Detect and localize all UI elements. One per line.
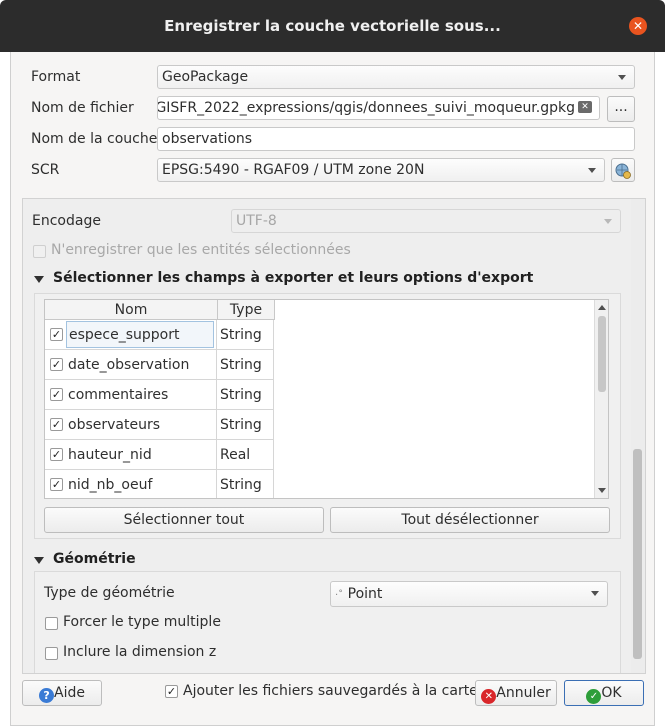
cancel-button[interactable]: ✕ Annuler	[475, 680, 557, 706]
field-checkbox[interactable]: ✓	[50, 478, 63, 491]
include-z-checkbox[interactable]	[45, 647, 58, 660]
field-type: String	[217, 410, 274, 440]
field-name: espece_support	[66, 321, 214, 348]
crs-value: EPSG:5490 - RGAF09 / UTM zone 20N	[162, 162, 425, 178]
deselect-all-button[interactable]: Tout désélectionner	[330, 507, 610, 533]
title-bar: Enregistrer la couche vectorielle sous..…	[0, 0, 665, 52]
field-checkbox[interactable]: ✓	[50, 358, 63, 371]
add-to-map-label: Ajouter les fichiers sauvegardés à la ca…	[183, 683, 478, 699]
field-checkbox[interactable]: ✓	[50, 328, 63, 341]
browse-button[interactable]: ...	[607, 96, 635, 122]
chevron-down-icon	[591, 591, 599, 596]
globe-settings-icon	[615, 163, 631, 179]
field-checkbox[interactable]: ✓	[50, 418, 63, 431]
field-type: String	[217, 320, 274, 350]
field-name: date_observation	[68, 357, 190, 373]
include-z-label: Inclure la dimension z	[63, 644, 217, 660]
force-multi-checkbox[interactable]	[45, 617, 58, 630]
encoding-combo[interactable]: UTF-8	[231, 209, 621, 233]
select-all-button[interactable]: Sélectionner tout	[44, 507, 324, 533]
format-value: GeoPackage	[162, 69, 249, 85]
field-checkbox[interactable]: ✓	[50, 448, 63, 461]
field-type: Real	[217, 440, 274, 470]
add-to-map-checkbox[interactable]: ✓	[165, 685, 178, 698]
geometry-type-label: Type de géométrie	[44, 585, 175, 601]
table-row[interactable]: ✓ date_observation String	[45, 350, 274, 380]
dialog-body: Format GeoPackage Nom de fichier GISFR_2…	[10, 52, 655, 726]
table-row[interactable]: ✓ hauteur_nid Real	[45, 440, 274, 470]
field-type: String	[217, 470, 274, 498]
selected-only-checkbox[interactable]	[33, 245, 46, 258]
format-combo[interactable]: GeoPackage	[157, 65, 635, 89]
filename-label: Nom de fichier	[31, 100, 134, 116]
ok-button[interactable]: ✓ OK	[564, 680, 644, 706]
chevron-down-icon	[618, 75, 626, 80]
layername-label: Nom de la couche	[31, 131, 158, 147]
field-name: nid_nb_oeuf	[68, 477, 153, 493]
scroll-down-icon[interactable]	[598, 488, 606, 493]
close-button[interactable]: ✕	[629, 17, 647, 35]
force-multi-label: Forcer le type multiple	[63, 614, 221, 630]
fields-section-title[interactable]: Sélectionner les champs à exporter et le…	[53, 270, 533, 286]
collapse-triangle-icon[interactable]	[34, 557, 44, 564]
field-type: String	[217, 380, 274, 410]
chevron-down-icon	[604, 219, 612, 224]
field-type: String	[217, 350, 274, 380]
table-scrollbar[interactable]	[594, 300, 608, 498]
chevron-down-icon	[588, 168, 596, 173]
crs-combo[interactable]: EPSG:5490 - RGAF09 / UTM zone 20N	[157, 158, 605, 182]
format-label: Format	[31, 69, 81, 85]
close-icon: ✕	[632, 19, 644, 33]
layername-input[interactable]: observations	[157, 127, 635, 151]
crs-selector-button[interactable]	[611, 158, 635, 182]
cancel-label: Annuler	[496, 685, 551, 701]
help-icon: ?	[39, 688, 55, 703]
field-name: commentaires	[68, 387, 169, 403]
options-scrollbar[interactable]	[631, 199, 645, 673]
cancel-icon: ✕	[481, 689, 497, 704]
table-row[interactable]: ✓ espece_support String	[45, 320, 274, 350]
table-row[interactable]: ✓ commentaires String	[45, 380, 274, 410]
fields-table[interactable]: Nom Type ✓ espece_support String ✓ date_…	[44, 299, 609, 499]
clear-icon[interactable]: ✕	[578, 101, 592, 113]
field-checkbox[interactable]: ✓	[50, 388, 63, 401]
options-scroll-area[interactable]: Encodage UTF-8 N'enregistrer que les ent…	[22, 198, 646, 674]
col-header-name[interactable]: Nom	[45, 300, 218, 320]
geometry-section-title[interactable]: Géométrie	[53, 551, 136, 567]
table-row[interactable]: ✓ nid_nb_oeuf String	[45, 470, 274, 498]
selected-only-label: N'enregistrer que les entités sélectionn…	[51, 242, 351, 258]
help-label: Aide	[54, 685, 85, 701]
field-name: observateurs	[68, 417, 161, 433]
filename-value: GISFR_2022_expressions/qgis/donnees_suiv…	[157, 100, 575, 116]
collapse-triangle-icon[interactable]	[34, 276, 44, 283]
table-scroll-thumb[interactable]	[598, 316, 606, 392]
encoding-value: UTF-8	[236, 213, 277, 229]
table-row[interactable]: ✓ observateurs String	[45, 410, 274, 440]
crs-label: SCR	[31, 162, 60, 178]
ok-icon: ✓	[586, 689, 602, 704]
geometry-type-combo[interactable]: ·˚ Point	[330, 581, 608, 607]
window-title: Enregistrer la couche vectorielle sous..…	[164, 17, 501, 35]
scroll-up-icon[interactable]	[598, 305, 606, 310]
field-name: hauteur_nid	[68, 447, 152, 463]
geometry-type-value: Point	[347, 586, 383, 602]
ok-label: OK	[601, 685, 622, 701]
encoding-label: Encodage	[32, 213, 101, 229]
options-scroll-thumb[interactable]	[633, 449, 642, 659]
point-icon: ·˚	[335, 590, 344, 601]
filename-input[interactable]: GISFR_2022_expressions/qgis/donnees_suiv…	[157, 96, 600, 120]
layername-value: observations	[162, 131, 253, 147]
help-button[interactable]: ? Aide	[22, 680, 102, 706]
col-header-type[interactable]: Type	[218, 300, 275, 320]
